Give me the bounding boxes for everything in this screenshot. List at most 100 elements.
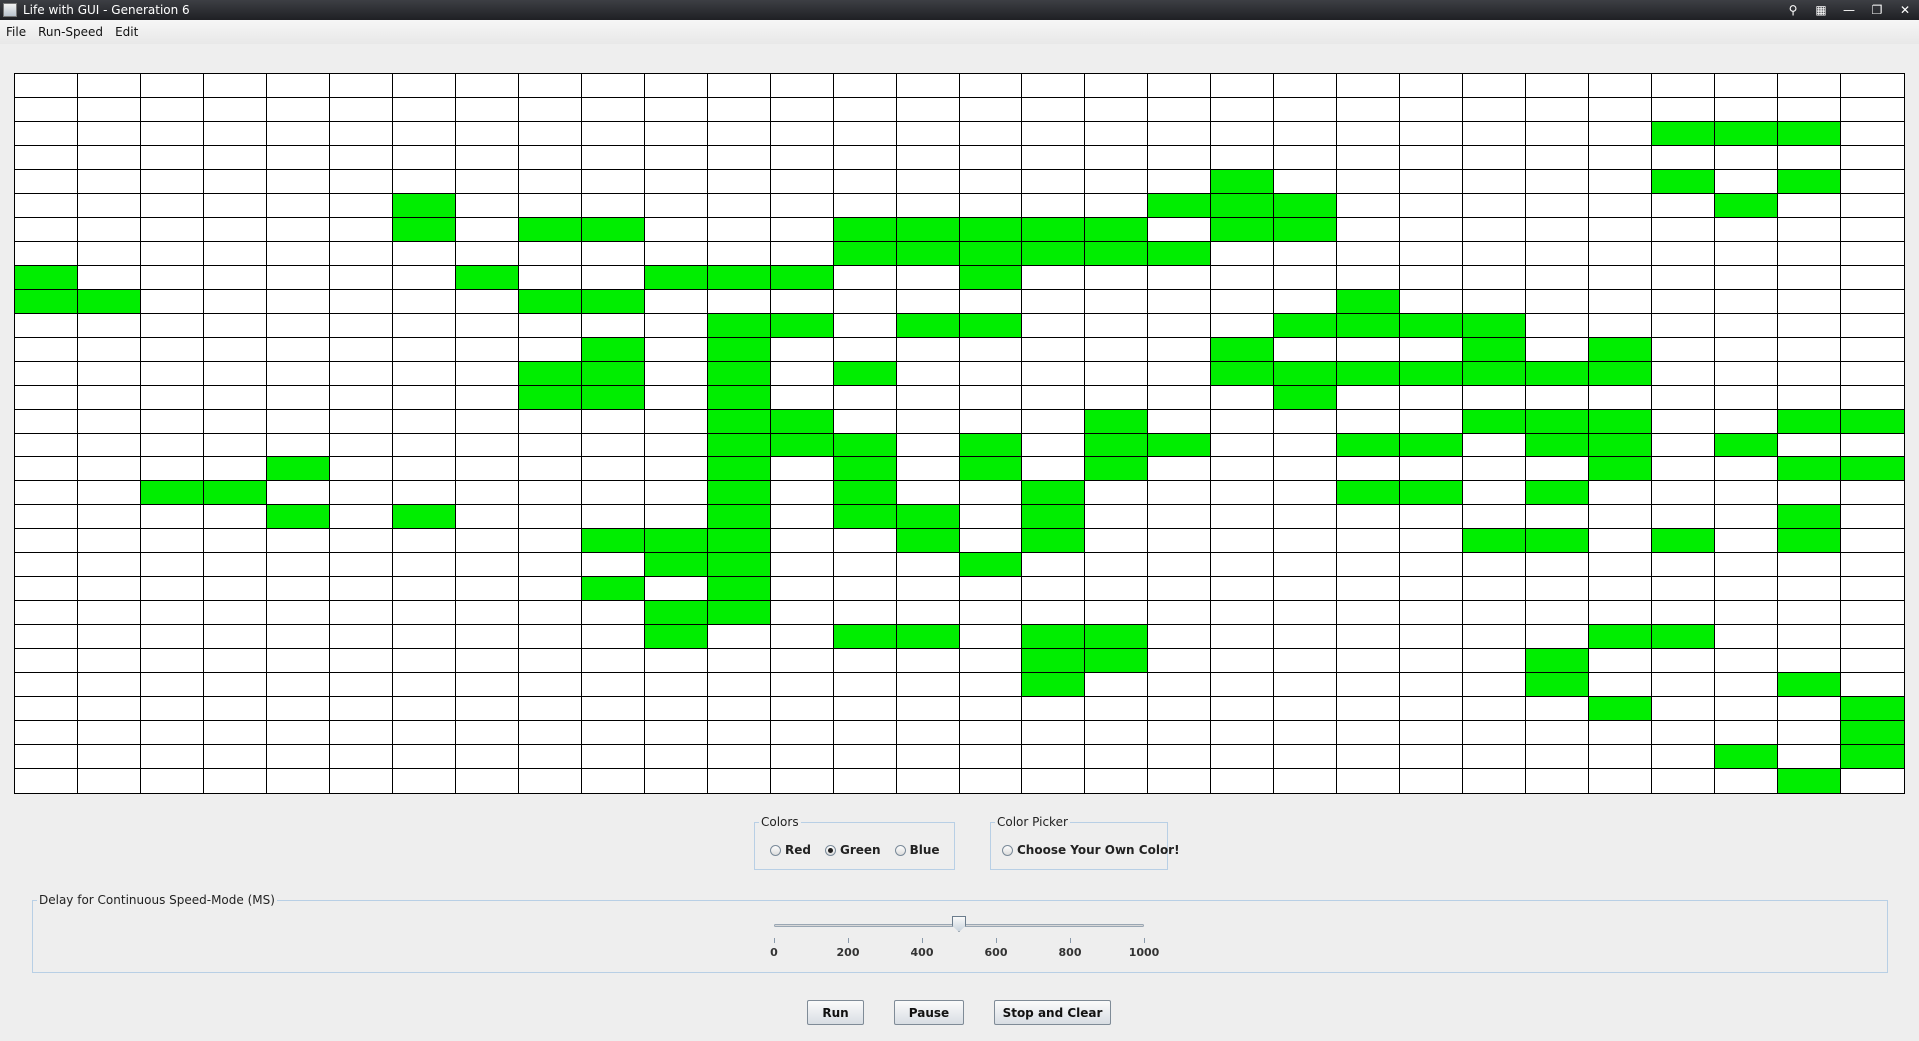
menu-file[interactable]: File	[0, 25, 32, 39]
grid-cell[interactable]	[1589, 769, 1653, 793]
grid-cell[interactable]	[1778, 265, 1842, 290]
grid-cell[interactable]	[644, 169, 708, 194]
grid-cell[interactable]	[581, 409, 645, 434]
grid-cell[interactable]	[1778, 649, 1842, 674]
grid-cell-alive[interactable]	[959, 313, 1023, 338]
grid-cell[interactable]	[15, 529, 78, 554]
grid-cell[interactable]	[1841, 769, 1904, 793]
grid-cell[interactable]	[1652, 721, 1716, 746]
grid-cell[interactable]	[1400, 457, 1464, 482]
grid-cell[interactable]	[1400, 721, 1464, 746]
grid-cell[interactable]	[1400, 409, 1464, 434]
grid-cell[interactable]	[644, 337, 708, 362]
grid-cell[interactable]	[392, 721, 456, 746]
grid-cell[interactable]	[518, 97, 582, 122]
grid-cell[interactable]	[203, 145, 267, 170]
grid-cell[interactable]	[1274, 241, 1338, 266]
grid-cell[interactable]	[770, 121, 834, 146]
grid-cell[interactable]	[833, 121, 897, 146]
grid-cell[interactable]	[1337, 145, 1401, 170]
grid-cell[interactable]	[1337, 529, 1401, 554]
grid-cell-alive[interactable]	[1841, 697, 1904, 722]
grid-cell[interactable]	[959, 625, 1023, 650]
grid-cell[interactable]	[203, 457, 267, 482]
grid-cell[interactable]	[140, 241, 204, 266]
grid-cell[interactable]	[1148, 457, 1212, 482]
grid-cell[interactable]	[1652, 361, 1716, 386]
grid-cell[interactable]	[644, 74, 708, 98]
grid-cell-alive[interactable]	[1022, 625, 1086, 650]
grid-cell[interactable]	[896, 433, 960, 458]
grid-cell[interactable]	[959, 409, 1023, 434]
grid-cell[interactable]	[1589, 313, 1653, 338]
grid-cell[interactable]	[203, 193, 267, 218]
grid-cell[interactable]	[896, 385, 960, 410]
grid-cell[interactable]	[1274, 553, 1338, 578]
grid-cell[interactable]	[392, 385, 456, 410]
grid-cell[interactable]	[833, 145, 897, 170]
grid-cell[interactable]	[266, 769, 330, 793]
grid-cell[interactable]	[770, 769, 834, 793]
grid-cell[interactable]	[140, 145, 204, 170]
grid-cell[interactable]	[1715, 457, 1779, 482]
grid-cell[interactable]	[15, 385, 78, 410]
grid-cell[interactable]	[455, 97, 519, 122]
grid-cell[interactable]	[1400, 121, 1464, 146]
grid-cell[interactable]	[707, 289, 771, 314]
grid-cell[interactable]	[392, 121, 456, 146]
grid-cell[interactable]	[140, 457, 204, 482]
grid-cell-alive[interactable]	[644, 625, 708, 650]
grid-cell[interactable]	[329, 529, 393, 554]
grid-cell[interactable]	[1337, 673, 1401, 698]
grid-cell[interactable]	[1589, 577, 1653, 602]
grid-cell[interactable]	[1400, 601, 1464, 626]
grid-cell[interactable]	[77, 193, 141, 218]
grid-cell[interactable]	[1400, 625, 1464, 650]
grid-cell[interactable]	[1778, 289, 1842, 314]
grid-cell[interactable]	[1211, 745, 1275, 770]
grid-cell[interactable]	[833, 74, 897, 98]
grid-cell[interactable]	[1778, 97, 1842, 122]
grid-cell[interactable]	[329, 625, 393, 650]
grid-cell[interactable]	[1715, 313, 1779, 338]
grid-cell-alive[interactable]	[455, 265, 519, 290]
grid-cell-alive[interactable]	[1463, 409, 1527, 434]
grid-cell[interactable]	[1274, 121, 1338, 146]
grid-cell-alive[interactable]	[518, 289, 582, 314]
grid-cell-alive[interactable]	[1337, 481, 1401, 506]
grid-cell[interactable]	[581, 193, 645, 218]
grid-cell[interactable]	[203, 601, 267, 626]
grid-cell-alive[interactable]	[15, 265, 78, 290]
grid-cell[interactable]	[959, 74, 1023, 98]
grid-cell[interactable]	[518, 313, 582, 338]
grid-cell[interactable]	[455, 121, 519, 146]
grid-cell[interactable]	[1148, 745, 1212, 770]
grid-cell[interactable]	[1085, 769, 1149, 793]
grid-cell-alive[interactable]	[707, 385, 771, 410]
grid-cell[interactable]	[1148, 721, 1212, 746]
grid-cell[interactable]	[392, 625, 456, 650]
grid-cell[interactable]	[266, 145, 330, 170]
grid-cell[interactable]	[392, 481, 456, 506]
grid-cell-alive[interactable]	[1589, 433, 1653, 458]
grid-cell[interactable]	[644, 433, 708, 458]
grid-cell[interactable]	[1211, 409, 1275, 434]
grid-cell[interactable]	[1841, 553, 1904, 578]
grid-cell[interactable]	[959, 361, 1023, 386]
grid-cell[interactable]	[140, 409, 204, 434]
grid-cell[interactable]	[1652, 217, 1716, 242]
grid-cell[interactable]	[1589, 505, 1653, 530]
grid-cell[interactable]	[15, 721, 78, 746]
grid-cell[interactable]	[203, 553, 267, 578]
grid-cell[interactable]	[203, 769, 267, 793]
grid-cell[interactable]	[1400, 193, 1464, 218]
grid-cell[interactable]	[203, 265, 267, 290]
grid-cell[interactable]	[1652, 409, 1716, 434]
grid-cell[interactable]	[329, 265, 393, 290]
grid-cell[interactable]	[581, 433, 645, 458]
grid-cell-alive[interactable]	[1211, 193, 1275, 218]
grid-cell[interactable]	[1274, 97, 1338, 122]
grid-cell[interactable]	[770, 745, 834, 770]
grid-cell[interactable]	[1211, 505, 1275, 530]
grid-cell[interactable]	[1022, 577, 1086, 602]
